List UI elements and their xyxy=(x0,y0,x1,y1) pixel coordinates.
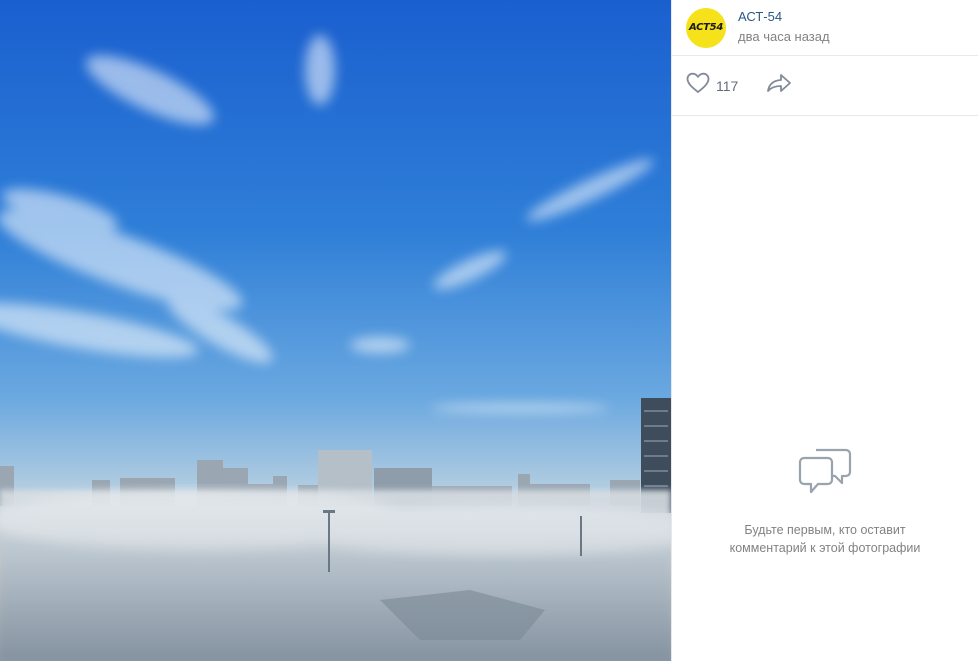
post-photo[interactable] xyxy=(0,0,671,661)
like-count: 117 xyxy=(716,77,739,94)
author-name-link[interactable]: АСТ-54 xyxy=(738,9,830,25)
like-button[interactable]: 117 xyxy=(686,72,738,99)
avatar-logo-text: ACT54 xyxy=(688,22,723,33)
empty-comments: Будьте первым, кто оставит комментарий к… xyxy=(672,446,978,557)
post-meta: АСТ-54 два часа назад xyxy=(738,9,830,46)
post-actions: 117 xyxy=(672,56,978,116)
share-button[interactable] xyxy=(766,73,792,98)
post-sidebar: ACT54 АСТ-54 два часа назад 117 Будьте п… xyxy=(671,0,978,661)
comment-bubble-icon xyxy=(798,446,852,501)
share-arrow-icon xyxy=(766,73,792,98)
empty-comments-text: Будьте первым, кто оставит комментарий к… xyxy=(729,523,921,555)
author-avatar[interactable]: ACT54 xyxy=(686,7,726,48)
post-header: ACT54 АСТ-54 два часа назад xyxy=(672,0,978,56)
post-time[interactable]: два часа назад xyxy=(738,28,830,46)
heart-icon xyxy=(686,72,710,99)
